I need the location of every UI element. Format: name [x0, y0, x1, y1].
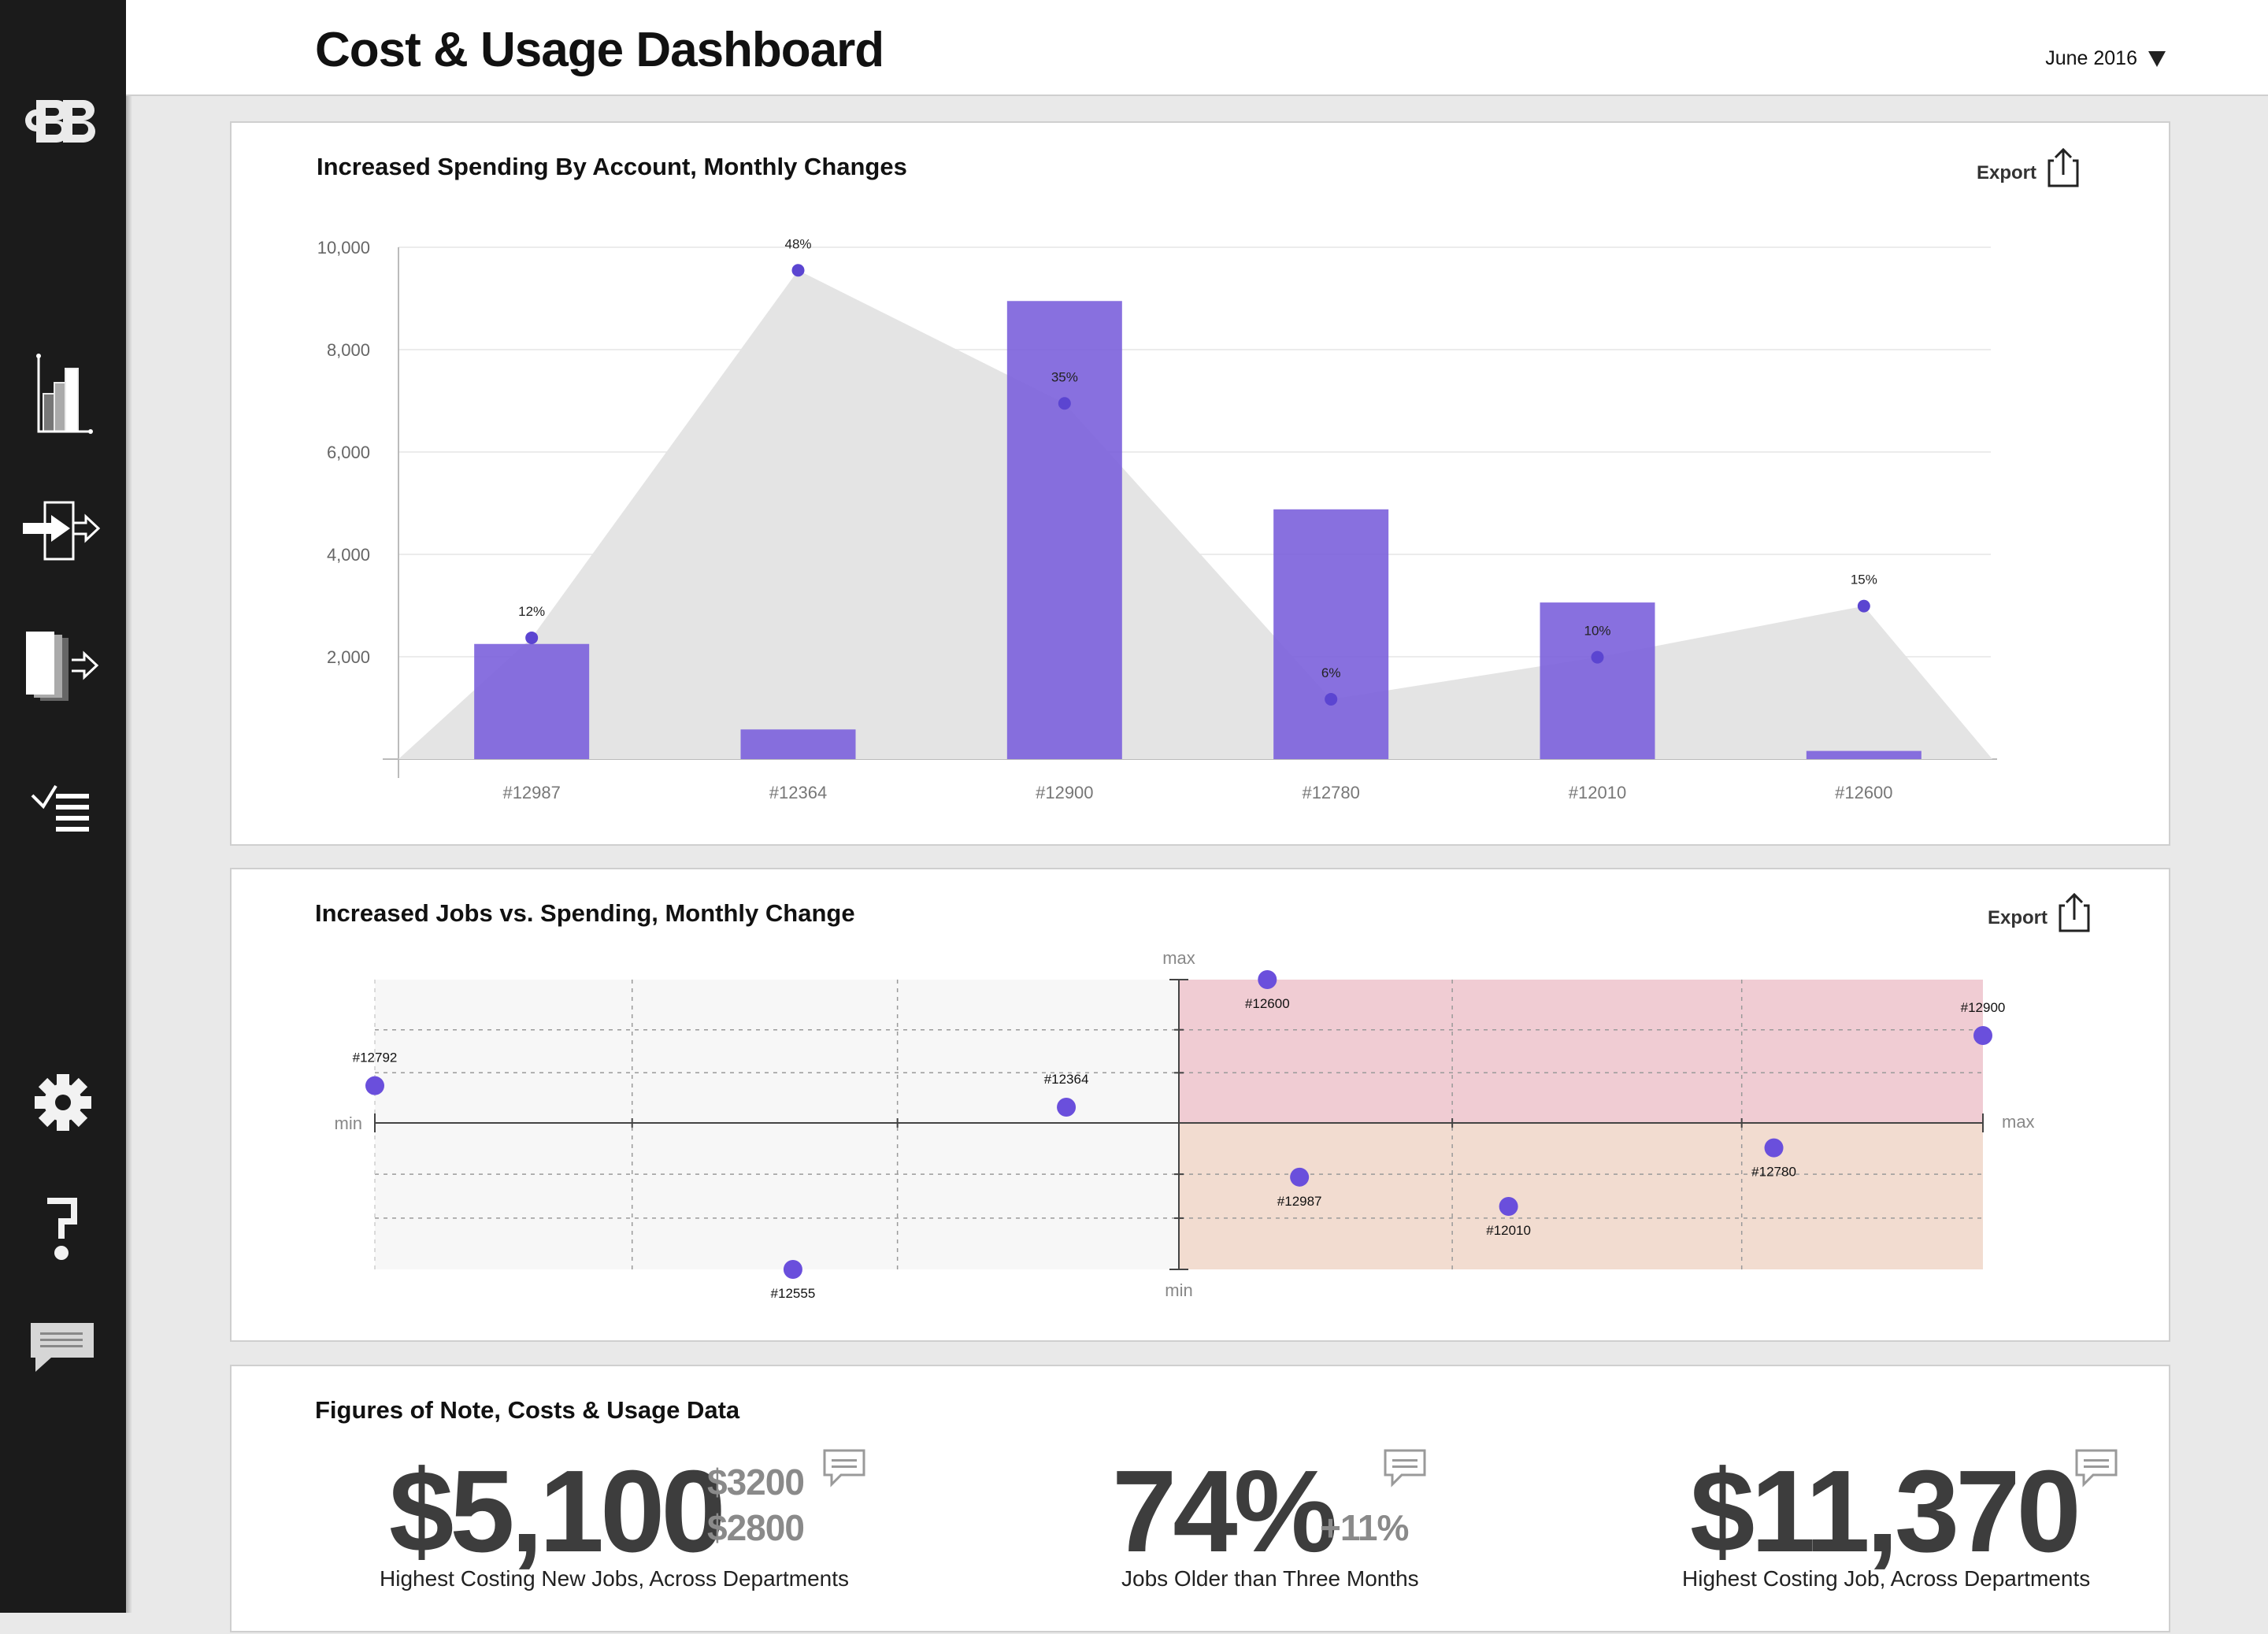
y-tick-label: 2,000 — [327, 647, 370, 667]
figures-panel: Figures of Note, Costs & Usage Data $5,1… — [230, 1365, 2170, 1632]
scatter-point[interactable] — [1290, 1167, 1310, 1187]
chevron-down-icon — [2148, 50, 2166, 67]
y-min-label: min — [1165, 1280, 1192, 1300]
month-dropdown[interactable]: June 2016 — [2045, 47, 2166, 70]
jobs-scatter-chart: min max max min #12792 #12364 #12555 #12600 #129… — [335, 948, 2035, 1301]
bar-chart-icon — [36, 354, 93, 434]
quadrant-upper-right — [1179, 980, 1983, 1123]
point-label: #12555 — [771, 1286, 816, 1301]
sidebar-shadow — [126, 0, 132, 1613]
bar[interactable] — [1273, 509, 1389, 759]
x-tick-label: #12600 — [1835, 783, 1892, 802]
bar[interactable] — [474, 643, 590, 759]
area-point — [525, 631, 539, 644]
x-tick-label: #12780 — [1302, 783, 1359, 802]
metric-card: $11,370 Highest Costing Job, Across Depa… — [232, 1366, 2169, 1634]
point-label: #12900 — [1961, 1000, 2006, 1015]
point-label: #12600 — [1245, 996, 1290, 1011]
area-point — [1325, 692, 1338, 706]
spending-chart: 10,000 8,000 6,000 4,000 2,000 12% 48% 35% 6% 10%… — [317, 236, 1997, 802]
y-max-label: max — [1162, 948, 1195, 968]
scatter-point[interactable] — [1973, 1025, 1992, 1045]
point-label: 35% — [1051, 369, 1078, 384]
bar[interactable] — [740, 729, 856, 759]
y-tick-label: 8,000 — [327, 340, 370, 360]
chat-icon — [31, 1323, 94, 1372]
jobs-panel: Increased Jobs vs. Spending, Monthly Cha… — [230, 868, 2170, 1342]
sidebar-item-tasks[interactable] — [0, 780, 126, 835]
point-label: #12792 — [353, 1050, 398, 1065]
quadrant-left — [375, 980, 1179, 1269]
metric-caption: Highest Costing Job, Across Departments — [1682, 1566, 2091, 1591]
scatter-point[interactable] — [1499, 1197, 1518, 1217]
sidebar-item-messages[interactable] — [0, 1317, 126, 1380]
metric-value: $11,370 — [1690, 1447, 2081, 1577]
header: Cost & Usage Dashboard June 2016 — [126, 0, 2268, 96]
scatter-point[interactable] — [365, 1076, 384, 1095]
area-point — [1591, 650, 1604, 664]
x-max-label: max — [2002, 1112, 2035, 1132]
scatter-point[interactable] — [1057, 1097, 1077, 1117]
help-icon — [47, 1198, 77, 1260]
y-tick-label: 10,000 — [317, 238, 370, 258]
gear-icon — [35, 1074, 91, 1131]
sidebar-item-settings[interactable] — [0, 1071, 126, 1134]
comment-icon[interactable] — [2074, 1448, 2118, 1491]
x-min-label: min — [335, 1113, 362, 1133]
area-point — [1058, 397, 1071, 410]
point-label: 6% — [1321, 665, 1341, 680]
sidebar — [0, 0, 132, 1613]
sidebar-item-documents[interactable] — [0, 628, 126, 707]
bar[interactable] — [1806, 750, 1922, 759]
point-label: #12780 — [1751, 1165, 1796, 1180]
point-label: 15% — [1851, 572, 1877, 587]
x-tick-label: #12010 — [1569, 783, 1626, 802]
x-tick-label: #12364 — [769, 783, 827, 802]
checklist-icon — [31, 784, 89, 832]
point-label: #12987 — [1277, 1194, 1322, 1209]
spending-panel: Increased Spending By Account, Monthly C… — [230, 121, 2170, 846]
x-tick-label: #12987 — [502, 783, 560, 802]
point-label: #12010 — [1486, 1223, 1531, 1238]
scatter-point[interactable] — [1258, 970, 1277, 989]
documents-export-icon — [26, 632, 99, 701]
area-point — [1857, 599, 1870, 613]
y-tick-label: 4,000 — [327, 545, 370, 565]
point-label: 12% — [518, 604, 545, 619]
y-tick-label: 6,000 — [327, 443, 370, 462]
area-point — [791, 264, 805, 277]
sidebar-item-import[interactable] — [0, 496, 126, 567]
logo-icon[interactable] — [0, 93, 126, 148]
point-label: 48% — [784, 236, 811, 251]
page-title: Cost & Usage Dashboard — [315, 23, 884, 77]
area-series — [398, 270, 1992, 759]
scatter-point[interactable] — [1764, 1138, 1784, 1158]
x-tick-label: #12900 — [1036, 783, 1093, 802]
point-label: #12364 — [1044, 1072, 1089, 1087]
point-label: 10% — [1584, 624, 1610, 639]
month-dropdown-value: June 2016 — [2045, 47, 2137, 69]
sidebar-item-help[interactable] — [0, 1193, 126, 1264]
sidebar-item-analytics[interactable] — [0, 346, 126, 441]
scatter-point[interactable] — [783, 1260, 802, 1279]
import-icon — [23, 501, 101, 561]
